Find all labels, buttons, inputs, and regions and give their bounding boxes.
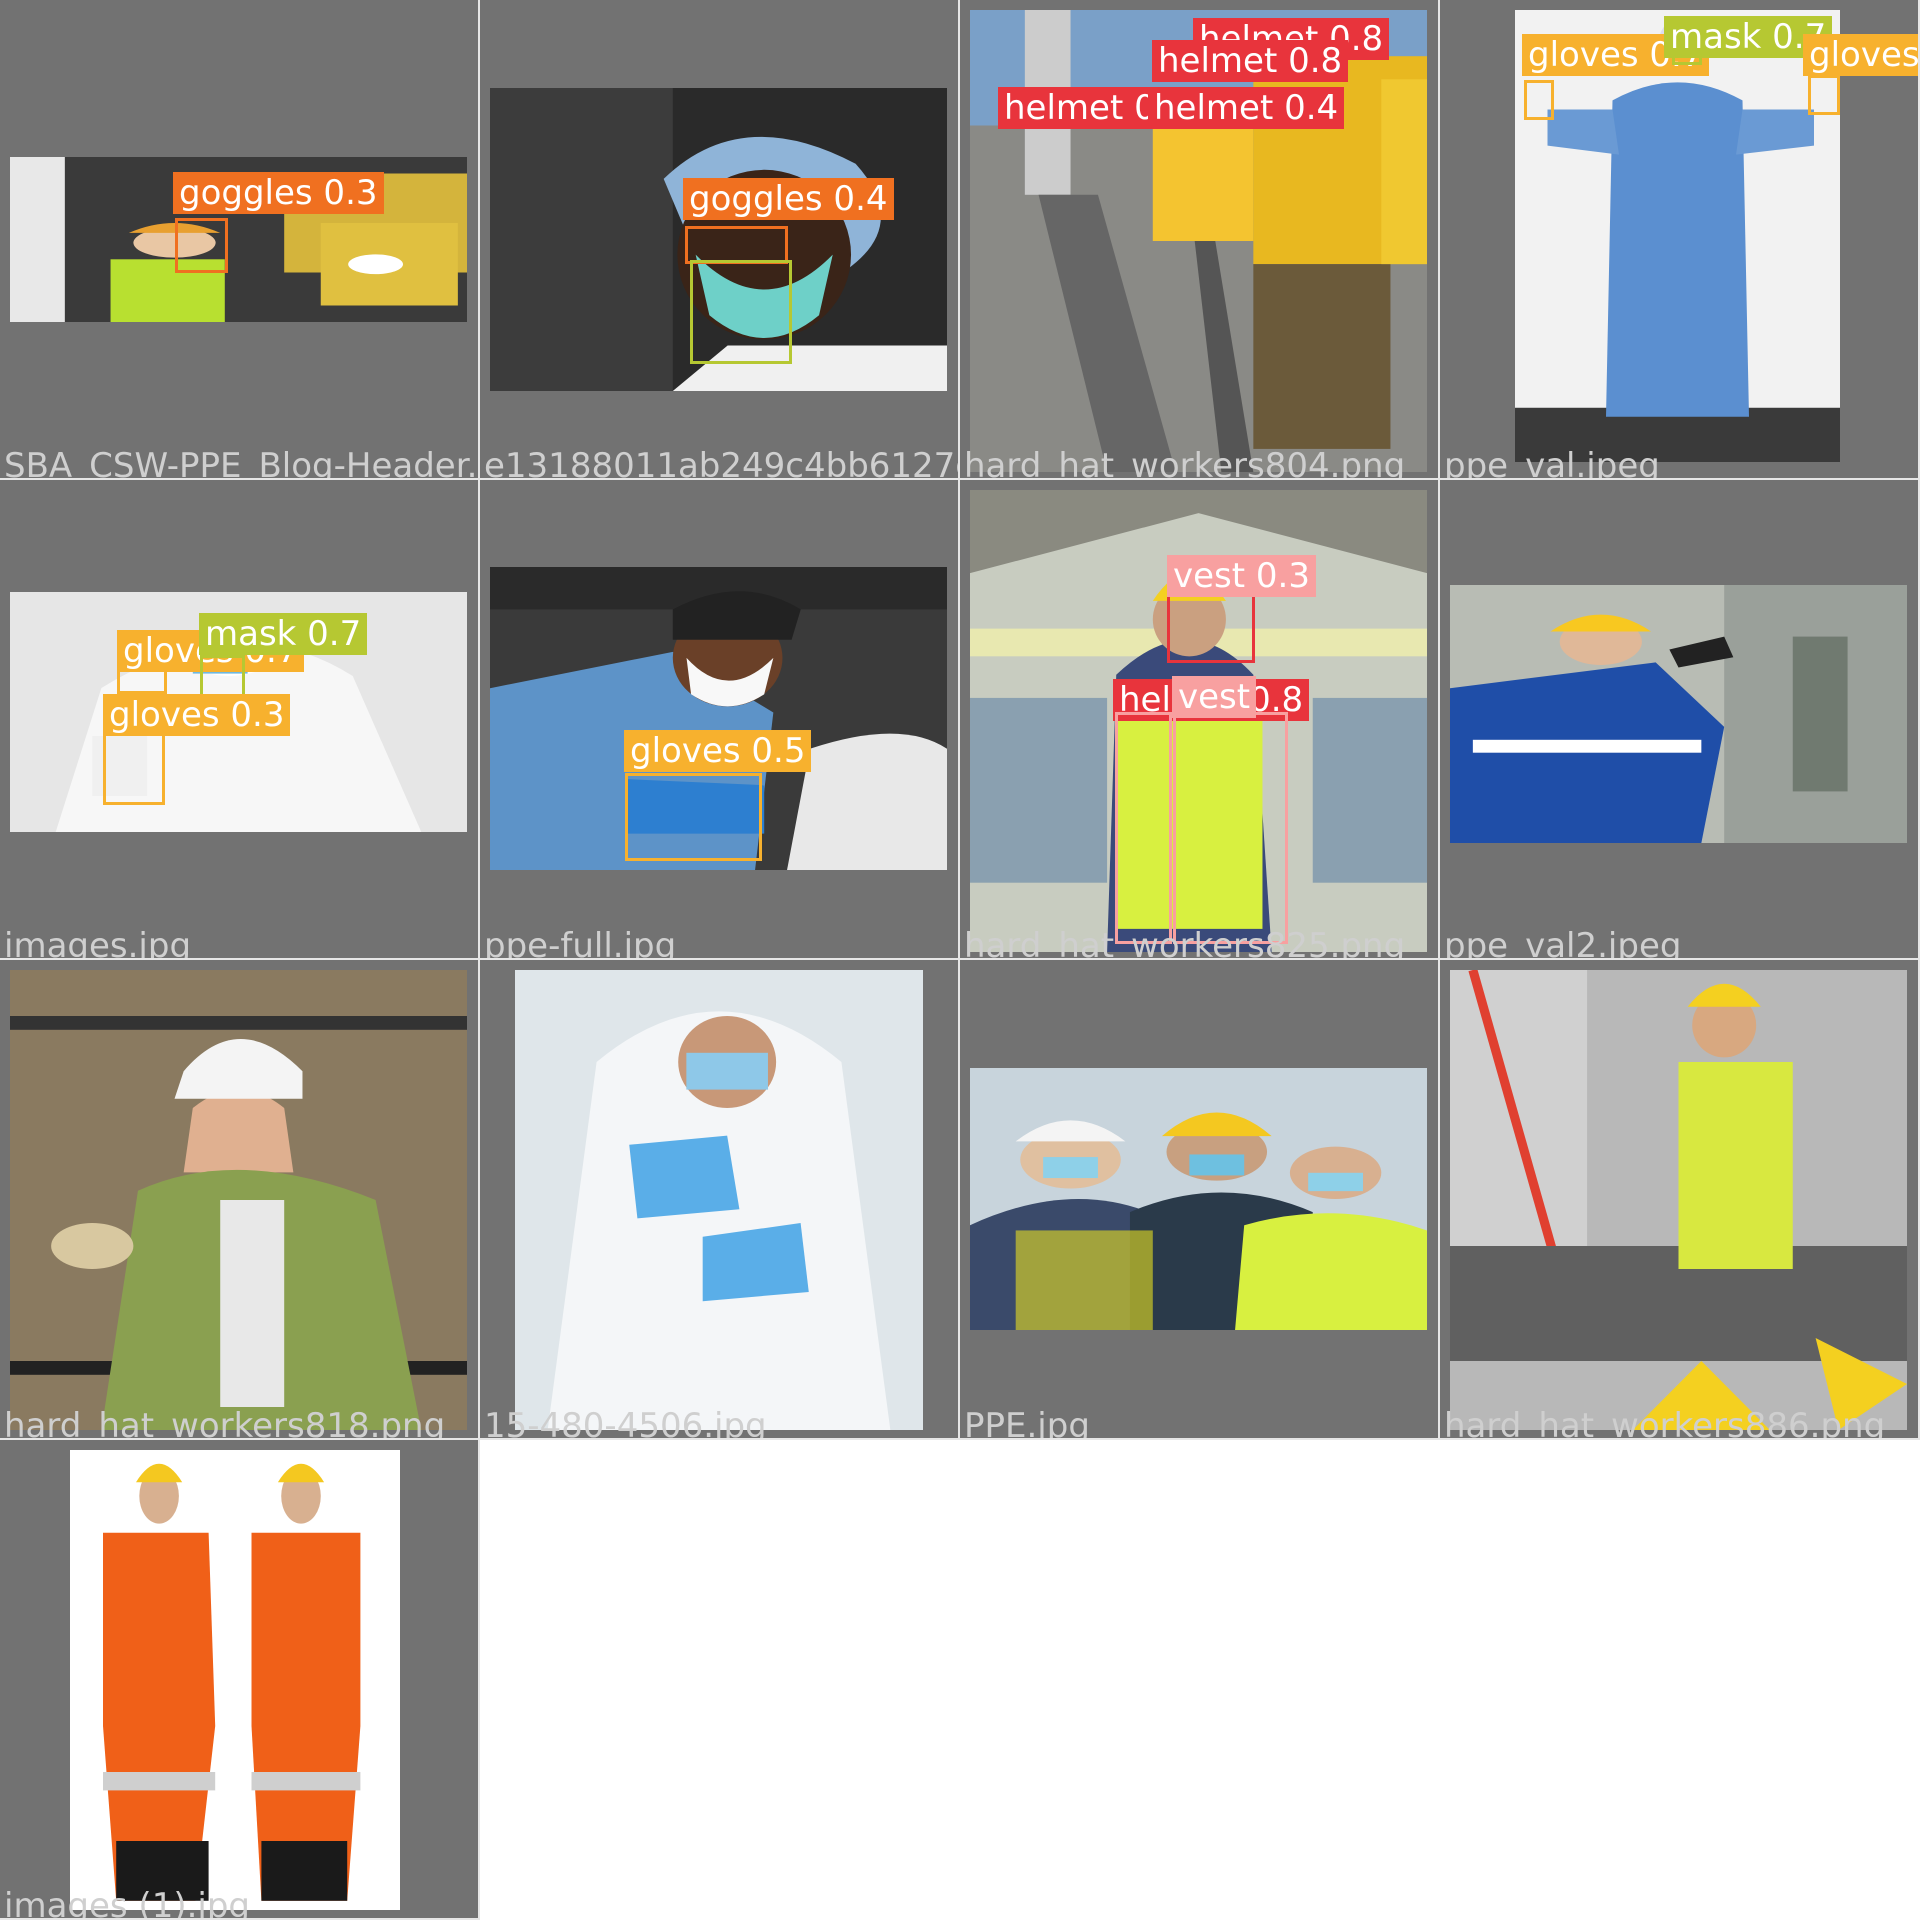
helmet-detection-label: helmet 0.4 [1148,87,1345,129]
vest-bounding-box [1173,712,1288,944]
photo-illustration [1515,10,1840,462]
gloves-bounding-box [1808,75,1840,115]
image-filename: SBA_CSW-PPE_Blog-Header.jpg [4,446,480,480]
image-tile: gloves 0.7mask 0.7gloves 0.3images.jpg [0,480,480,960]
image-filename: ppe_val2.jpeg [1444,926,1682,960]
image-tile: helmet 0.8vestvest 0.3hard_hat_workers82… [960,480,1440,960]
image-tile: goggles 0.4mask 0.4vest 0.6vest 0.4PPE.j… [960,960,1440,1440]
photo-illustration [970,1068,1427,1330]
gloves-bounding-box [625,773,762,861]
photo-illustration [1450,585,1907,843]
image-tile: helmet 0.3helmet 0.6vest 0.7vest 0.8imag… [0,1440,480,1920]
photo [1450,585,1907,843]
photo-illustration [10,970,467,1430]
photo-illustration [515,970,923,1430]
image-filename: hard_hat_workers886.png [1444,1406,1886,1440]
photo [970,1068,1427,1330]
image-filename: ppe-full.jpg [484,926,677,960]
image-filename: PPE.jpg [964,1406,1090,1440]
image-filename: ppe_val.jpeg [1444,446,1660,480]
image-filename: 15-480-4506.jpg [484,1406,767,1440]
vest-detection-label: vest 0.3 [1167,555,1316,597]
image-tile: helmet 0.8 helmet 0.8 helmet 0.4 helmet 0.4… [960,0,1440,480]
image-filename: hard_hat_workers818.png [4,1406,446,1440]
detection-grid: goggles 0.3 SBA_CSW-PPE_Blog-Header.jpg go… [0,0,1920,1920]
photo [1515,10,1840,462]
goggles-detection-label: goggles 0.3 [173,172,384,214]
image-tile: helmet 0.3helmet 0.8vest 0.8hard_hat_wor… [1440,960,1920,1440]
image-filename: hard_hat_workers825.png [964,926,1406,960]
image-tile: gloves 0.7 mask 0.7 gloves ppe_val.jpeg [1440,0,1920,480]
image-tile: gloves 0.5 ppe-full.jpg [480,480,960,960]
image-tile: helmet 0.8hard_hat_workers818.png [0,960,480,1440]
image-filename: e13188011ab249c4bb6127dc280c7faf_workers… [484,446,960,480]
gloves-bounding-box [103,733,165,805]
image-filename: images (1).jpg [4,1886,251,1920]
vest-bounding-box [1115,712,1172,944]
image-filename: images.jpg [4,926,192,960]
mask-detection-label: mask 0.7 [199,613,368,655]
image-tile: goggles 0.4 e13188011ab249c4bb6127dc280c7… [480,0,960,480]
helmet-bounding-box [1167,593,1255,663]
photo [70,1450,400,1910]
helmet-detection-label: helmet 0.8 [1152,40,1349,82]
image-filename: hard_hat_workers804.png [964,446,1406,480]
image-tile: helmet 0.7goggles 0.3goggles 0.4ppe_val2… [1440,480,1920,960]
gloves-detection-label: gloves 0.5 [624,730,812,772]
gloves-detection-label: gloves [1803,34,1920,76]
mask-bounding-box [200,655,245,697]
mask-bounding-box [690,260,792,364]
goggles-detection-label: goggles 0.4 [683,178,894,220]
goggles-bounding-box [685,226,788,264]
image-tile: goggles 0.3 SBA_CSW-PPE_Blog-Header.jpg [0,0,480,480]
gloves-bounding-box [1524,80,1554,120]
photo [1450,970,1907,1430]
image-tile: mask 0.5gloves 0.8gloves 0.715-480-4506.… [480,960,960,1440]
gloves-detection-label: gloves 0.3 [103,694,291,736]
photo [10,970,467,1430]
photo [515,970,923,1430]
photo-illustration [70,1450,400,1910]
photo-illustration [1450,970,1907,1430]
goggles-bounding-box [175,218,228,273]
